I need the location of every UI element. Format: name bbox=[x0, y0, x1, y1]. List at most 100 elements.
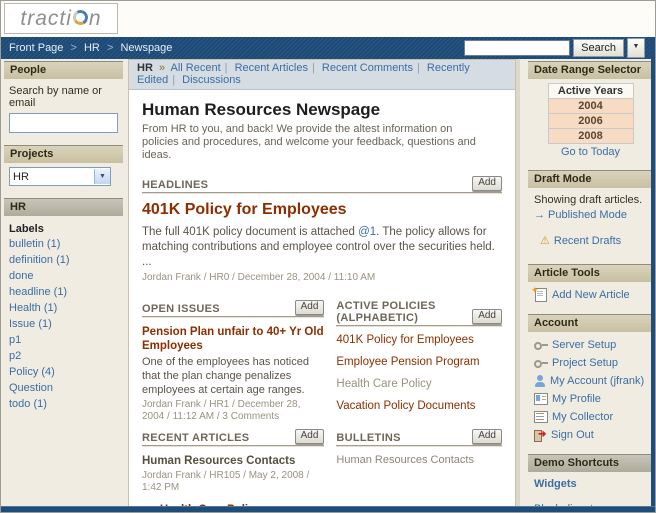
label-link-p2[interactable]: p2 bbox=[4, 349, 123, 365]
project-select-value: HR bbox=[10, 171, 94, 183]
add-bulletin-button[interactable]: Add bbox=[472, 429, 502, 444]
go-to-today-link[interactable]: Go to Today bbox=[528, 146, 653, 158]
server-setup-link[interactable]: Server Setup bbox=[552, 338, 616, 352]
bulletins-title: BULLETINS bbox=[336, 432, 400, 444]
nav-link-recent-comments[interactable]: Recent Comments bbox=[322, 62, 413, 74]
traction-logo[interactable]: tractin bbox=[4, 3, 118, 34]
search-options-dropdown-button[interactable]: ▼ bbox=[627, 38, 645, 58]
user-icon bbox=[534, 375, 546, 387]
label-link-definition[interactable]: definition (1) bbox=[4, 253, 123, 269]
active-years-table: Active Years 2004 2006 2008 bbox=[548, 83, 634, 144]
warning-icon: ⚠ bbox=[540, 234, 550, 248]
breadcrumb-newspage[interactable]: Newspage bbox=[120, 42, 172, 54]
main-content-panel: HR » All Recent| Recent Articles| Recent… bbox=[128, 59, 516, 507]
active-policies-title: ACTIVE POLICIES (ALPHABETIC) bbox=[336, 300, 472, 324]
label-link-bulletin[interactable]: bulletin (1) bbox=[4, 237, 123, 253]
profile-card-icon bbox=[534, 393, 548, 405]
open-issues-title: OPEN ISSUES bbox=[142, 303, 220, 315]
nav-link-recent-articles[interactable]: Recent Articles bbox=[235, 62, 308, 74]
policy-link-pension[interactable]: Employee Pension Program bbox=[336, 356, 502, 368]
year-2006-cell[interactable]: 2006 bbox=[548, 114, 633, 129]
article-byline: Jordan Frank / HR1 / December 28, 2004 /… bbox=[142, 399, 324, 423]
label-link-done[interactable]: done bbox=[4, 269, 123, 285]
headlines-section-header: HEADLINES Add bbox=[142, 176, 502, 193]
nav-link-all-recent[interactable]: All Recent bbox=[171, 62, 221, 74]
attachment-link[interactable]: @1 bbox=[358, 226, 376, 238]
bulletins-section-header: BULLETINS Add bbox=[336, 429, 502, 446]
projects-section-header: Projects bbox=[4, 145, 123, 163]
collector-icon bbox=[534, 411, 548, 423]
sign-out-icon: ➜ bbox=[534, 430, 547, 441]
issue-article: Pension Plan unfair to 40+ Yr Old Employ… bbox=[142, 325, 324, 423]
article-title[interactable]: Human Resources Contacts bbox=[142, 454, 324, 468]
search-area: Search ▼ bbox=[464, 38, 655, 58]
nav-project: HR bbox=[137, 62, 153, 74]
top-header: tractin bbox=[1, 1, 655, 37]
people-search-input[interactable] bbox=[9, 113, 118, 133]
add-issue-button[interactable]: Add bbox=[295, 300, 325, 315]
people-section-header: People bbox=[4, 61, 123, 79]
my-account-link[interactable]: My Account (jfrank) bbox=[550, 374, 644, 388]
headlines-title: HEADLINES bbox=[142, 179, 208, 191]
policy-link-health-care[interactable]: Health Care Policy bbox=[336, 378, 502, 390]
project-select[interactable]: HR ▼ bbox=[9, 167, 111, 186]
article-body: The full 401K policy document is attache… bbox=[142, 225, 502, 270]
policy-link-401k[interactable]: 401K Policy for Employees bbox=[336, 334, 502, 346]
article-title[interactable]: 401K Policy for Employees bbox=[142, 201, 502, 219]
add-article-button[interactable]: Add bbox=[295, 429, 325, 444]
key-icon bbox=[534, 358, 548, 368]
label-link-policy[interactable]: Policy (4) bbox=[4, 365, 123, 381]
active-policies-section-header: ACTIVE POLICIES (ALPHABETIC) Add bbox=[336, 300, 502, 326]
add-new-article-link[interactable]: Add New Article bbox=[552, 288, 630, 302]
left-sidebar: People Search by name or email Projects … bbox=[4, 61, 123, 413]
label-link-issue[interactable]: Issue (1) bbox=[4, 317, 123, 333]
widgets-link[interactable]: Widgets bbox=[534, 478, 577, 490]
breadcrumb-hr[interactable]: HR bbox=[84, 42, 100, 54]
label-link-question[interactable]: Question bbox=[4, 381, 123, 397]
breadcrumb-separator: > bbox=[107, 42, 113, 54]
label-link-health[interactable]: Health (1) bbox=[4, 301, 123, 317]
my-profile-link[interactable]: My Profile bbox=[552, 392, 601, 406]
add-policy-button[interactable]: Add bbox=[472, 309, 502, 324]
recent-articles-title: RECENT ARTICLES bbox=[142, 432, 249, 444]
search-button[interactable]: Search bbox=[573, 39, 624, 57]
label-link-headline[interactable]: headline (1) bbox=[4, 285, 123, 301]
breadcrumb-front-page[interactable]: Front Page bbox=[9, 42, 63, 54]
nav-link-discussions[interactable]: Discussions bbox=[182, 74, 241, 86]
add-headline-button[interactable]: Add bbox=[472, 176, 502, 191]
published-mode-link[interactable]: → Published Mode bbox=[534, 209, 627, 221]
label-link-p1[interactable]: p1 bbox=[4, 333, 123, 349]
draft-mode-header: Draft Mode bbox=[528, 170, 653, 188]
date-range-selector-header: Date Range Selector bbox=[528, 61, 653, 79]
demo-shortcuts-header: Demo Shortcuts bbox=[528, 454, 653, 472]
article-title[interactable]: Pension Plan unfair to 40+ Yr Old Employ… bbox=[142, 325, 324, 353]
article-body: One of the employees has noticed that th… bbox=[142, 355, 324, 397]
recent-drafts-link[interactable]: Recent Drafts bbox=[554, 234, 621, 248]
policy-link-vacation[interactable]: Vacation Policy Documents bbox=[336, 400, 502, 412]
logo-text-left: tracti bbox=[20, 7, 72, 30]
year-2008-cell[interactable]: 2008 bbox=[548, 129, 633, 144]
new-document-icon: ✦ bbox=[535, 288, 547, 302]
breadcrumb: Front Page > HR > Newspage bbox=[1, 42, 464, 54]
page-title: Human Resources Newspage bbox=[142, 100, 502, 120]
people-search-label: Search by name or email bbox=[4, 83, 123, 112]
labels-title: Labels bbox=[4, 220, 123, 237]
breadcrumb-bar: Front Page > HR > Newspage Search ▼ bbox=[1, 37, 655, 59]
sign-out-link[interactable]: Sign Out bbox=[551, 428, 594, 442]
recent-article-item: Human Resources Contacts Jordan Frank / … bbox=[142, 454, 324, 494]
chevron-down-icon: ▼ bbox=[94, 169, 110, 184]
recent-articles-section-header: RECENT ARTICLES Add bbox=[142, 429, 324, 446]
footer-bar bbox=[1, 506, 655, 512]
chevron-down-icon: ▼ bbox=[633, 43, 640, 50]
hr-section-header: HR bbox=[4, 198, 123, 216]
project-setup-link[interactable]: Project Setup bbox=[552, 356, 618, 370]
my-collector-link[interactable]: My Collector bbox=[552, 410, 613, 424]
year-2004-cell[interactable]: 2004 bbox=[548, 99, 633, 114]
nav-separator: » bbox=[159, 62, 165, 74]
traction-logo-o-icon bbox=[71, 8, 89, 26]
bulletin-item[interactable]: Human Resources Contacts bbox=[336, 454, 502, 466]
app-window: tractin Front Page > HR > Newspage Searc… bbox=[0, 0, 656, 513]
search-input[interactable] bbox=[464, 40, 570, 56]
active-years-header: Active Years bbox=[548, 84, 633, 99]
label-link-todo[interactable]: todo (1) bbox=[4, 397, 123, 413]
